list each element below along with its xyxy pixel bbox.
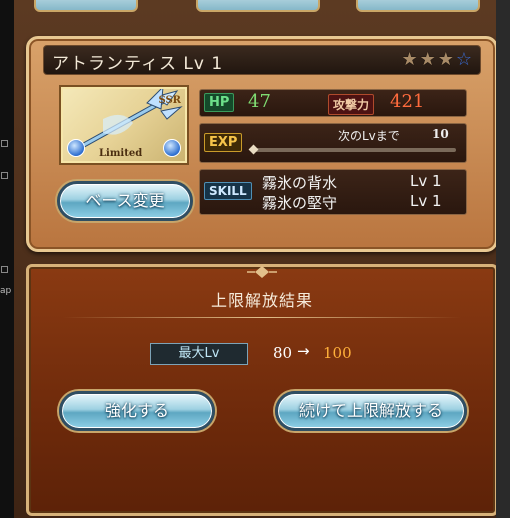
enhance-button[interactable]: 強化する (59, 391, 215, 431)
continue-uncap-label: 続けて上限解放する (298, 401, 443, 420)
left-sidebar (0, 0, 14, 518)
skill-1-name: 霧氷の背水 (262, 174, 338, 192)
rarity-badge: SSR (158, 95, 181, 106)
exp-row: EXP 次のLvまで 10 (199, 123, 467, 163)
skill-2-name: 霧氷の堅守 (262, 194, 338, 212)
max-lv-to: 100 (323, 344, 352, 362)
result-title: 上限解放結果 (210, 291, 313, 310)
weapon-type-icon (163, 139, 181, 157)
result-divider (63, 317, 461, 318)
sidebar-square-icon (1, 266, 8, 273)
hp-label: HP (204, 93, 235, 112)
enhance-label: 強化する (104, 401, 169, 420)
atk-label: 攻撃力 (328, 94, 375, 115)
star-filled-icon: ★ (437, 49, 456, 70)
limited-label: Limited (99, 148, 143, 159)
exp-bar-marker (248, 144, 259, 155)
weapon-card: アトランティス Lv 1 ★★★☆ SSR Limited HP 47 攻撃力 … (26, 36, 498, 252)
top-nav-button[interactable] (34, 0, 138, 12)
weapon-title-bar: アトランティス Lv 1 ★★★☆ (43, 45, 481, 75)
exp-bar (252, 148, 456, 152)
hp-atk-row: HP 47 攻撃力 421 (199, 89, 467, 117)
uncap-stars: ★★★☆ (401, 49, 474, 70)
continue-uncap-button[interactable]: 続けて上限解放する (275, 391, 467, 431)
sidebar-fragment-text: ap (0, 286, 12, 296)
skill-label: SKILL (204, 182, 252, 200)
next-lv-label: 次のLvまで (338, 129, 400, 143)
uncap-result-panel: 上限解放結果 最大Lv 80 → 100 強化する 続けて上限解放する (26, 264, 498, 516)
sidebar-square-icon (1, 140, 8, 147)
weapon-thumbnail[interactable]: SSR Limited (61, 87, 187, 163)
skill-2-level: Lv 1 (410, 192, 442, 210)
hp-value: 47 (248, 91, 271, 112)
element-water-icon (67, 139, 85, 157)
top-nav-button[interactable] (356, 0, 480, 12)
star-filled-icon: ★ (401, 49, 420, 70)
right-edge (496, 0, 510, 518)
change-base-button[interactable]: ベース変更 (57, 181, 193, 221)
exp-label: EXP (204, 133, 243, 152)
panel-ornament-icon (247, 266, 277, 278)
max-lv-from: 80 (273, 344, 293, 362)
max-lv-arrow: → (297, 342, 310, 360)
next-lv-value: 10 (432, 127, 449, 141)
change-base-label: ベース変更 (85, 191, 165, 210)
weapon-title: アトランティス Lv 1 (52, 54, 224, 74)
max-lv-label: 最大Lv (150, 343, 248, 365)
star-filled-icon: ★ (419, 49, 438, 70)
skill-row: SKILL 霧氷の背水 Lv 1 霧氷の堅守 Lv 1 (199, 169, 467, 215)
sidebar-square-icon (1, 172, 8, 179)
atk-value: 421 (390, 91, 425, 112)
top-nav-button[interactable] (196, 0, 320, 12)
skill-1-level: Lv 1 (410, 172, 442, 190)
star-empty-icon: ☆ (455, 49, 474, 70)
